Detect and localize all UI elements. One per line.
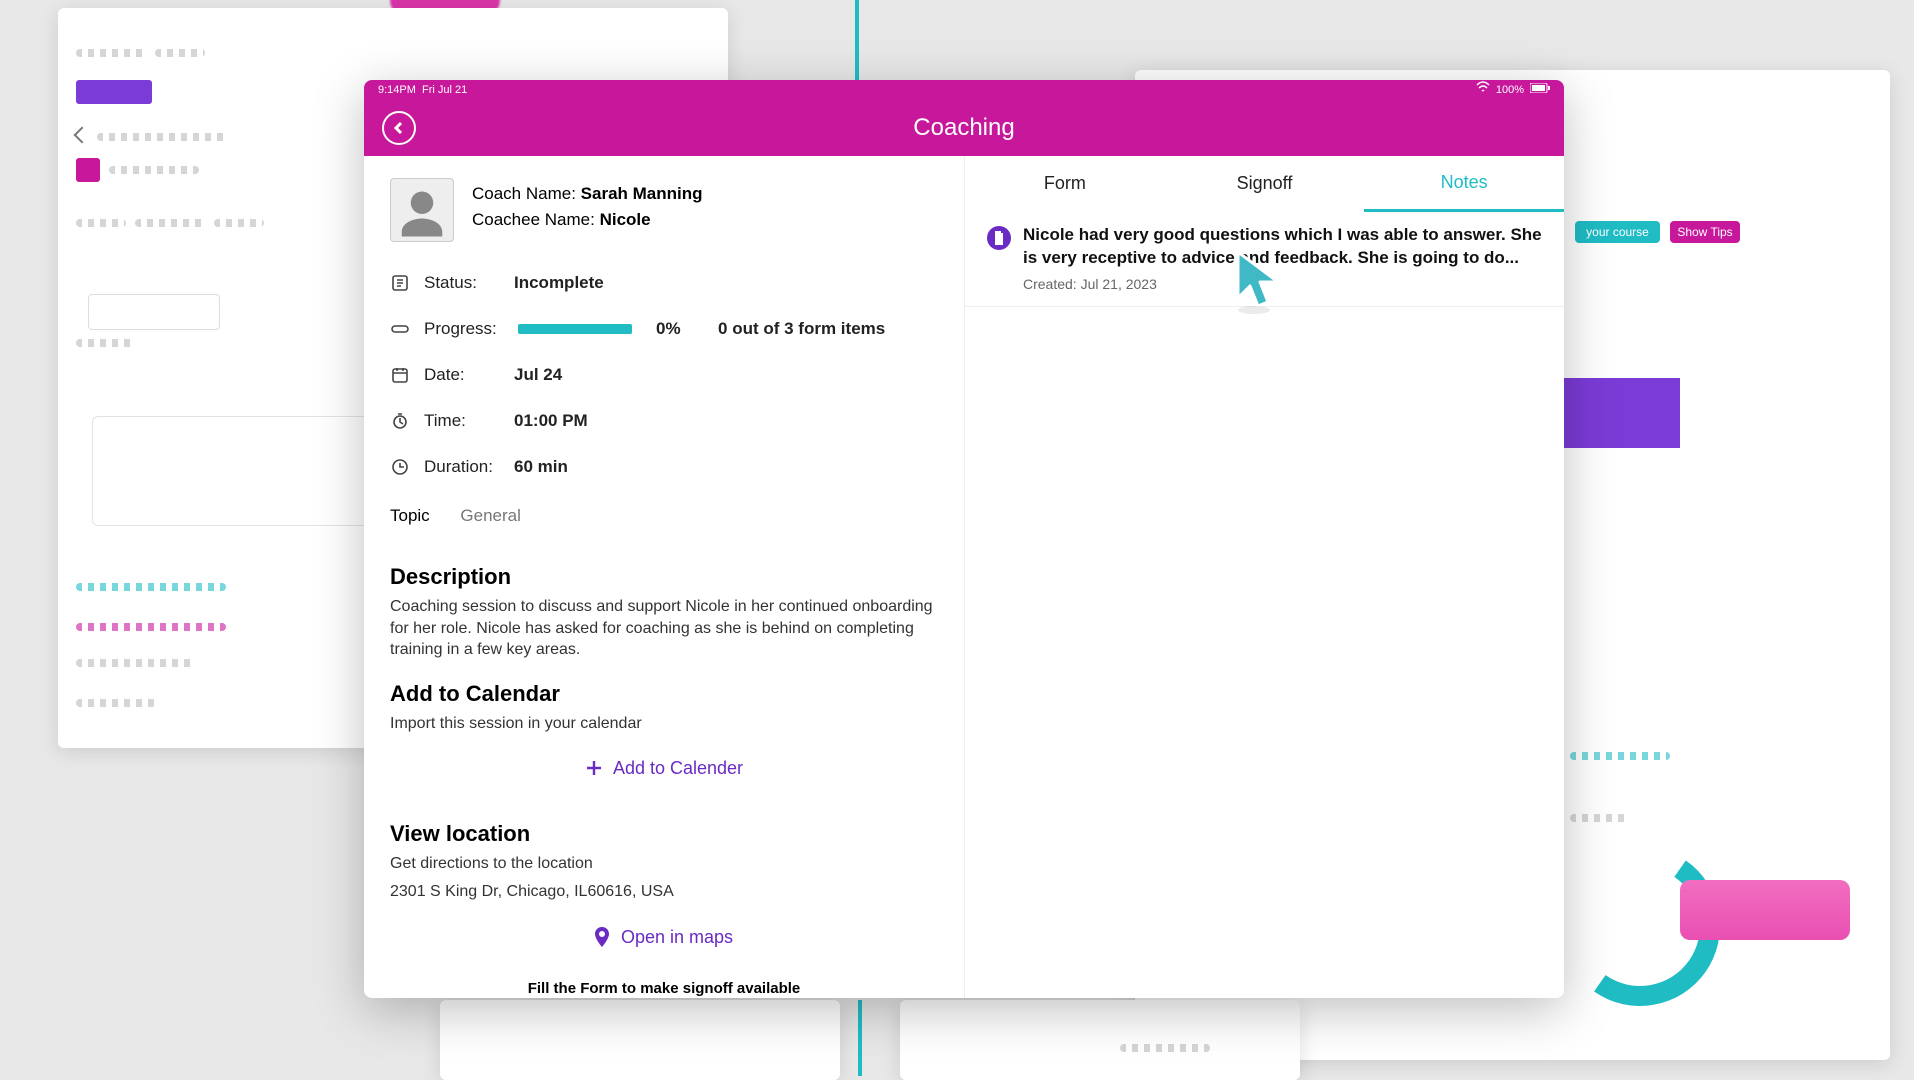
open-in-maps-link[interactable]: Open in maps <box>595 927 733 947</box>
tab-signoff[interactable]: Signoff <box>1165 156 1365 210</box>
status-icon <box>390 273 410 293</box>
topic-row: Topic General <box>390 506 938 526</box>
coachee-name-row: Coachee Name: Nicole <box>472 210 703 230</box>
time-label: Time: <box>424 411 500 431</box>
back-button[interactable] <box>382 111 416 145</box>
duration-label: Duration: <box>424 457 500 477</box>
wifi-icon <box>1476 80 1490 100</box>
duration-value: 60 min <box>514 457 568 477</box>
note-item[interactable]: Nicole had very good questions which I w… <box>965 210 1564 307</box>
progress-text: 0 out of 3 form items <box>718 319 885 339</box>
bg-divider <box>858 1000 862 1076</box>
duration-row: Duration: 60 min <box>390 457 938 477</box>
coachee-name-value: Nicole <box>600 210 651 229</box>
bg-bottom-card <box>900 1000 1300 1080</box>
avatar <box>390 178 454 242</box>
note-icon <box>987 226 1011 250</box>
status-value: Incomplete <box>514 273 604 293</box>
bg-pill-course: your course <box>1575 221 1660 243</box>
status-bar: 9:14PM Fri Jul 21 100% <box>364 80 1564 100</box>
note-text: Nicole had very good questions which I w… <box>1023 224 1542 270</box>
note-created: Created: Jul 21, 2023 <box>1023 276 1542 292</box>
status-label: Status: <box>424 273 500 293</box>
battery-icon <box>1530 80 1550 100</box>
date-row: Date: Jul 24 <box>390 365 938 385</box>
header-title: Coaching <box>364 100 1564 156</box>
status-date: Fri Jul 21 <box>422 84 467 96</box>
tab-notes[interactable]: Notes <box>1364 155 1564 212</box>
session-details-pane: Coach Name: Sarah Manning Coachee Name: … <box>364 156 964 998</box>
coaching-window: 9:14PM Fri Jul 21 100% Coaching <box>364 80 1564 998</box>
bg-purple-bar <box>1560 378 1680 448</box>
progress-row: Progress: 0% 0 out of 3 form items <box>390 319 938 339</box>
progress-label: Progress: <box>424 319 500 339</box>
progress-pct: 0% <box>656 319 681 339</box>
bg-squiggle <box>1570 814 1630 822</box>
time-row: Time: 01:00 PM <box>390 411 938 431</box>
status-time: 9:14PM <box>378 84 416 96</box>
map-pin-icon <box>595 927 609 952</box>
location-sub: Get directions to the location <box>390 853 938 875</box>
date-value: Jul 24 <box>514 365 562 385</box>
duration-icon <box>390 457 410 477</box>
notes-pane: Form Signoff Notes Nicole had very good … <box>964 156 1564 998</box>
signoff-hint: Fill the Form to make signoff available <box>390 980 938 997</box>
bg-squiggle <box>1570 752 1670 760</box>
progress-bar <box>518 324 632 334</box>
calendar-sub: Import this session in your calendar <box>390 713 938 735</box>
progress-icon <box>390 319 410 339</box>
add-to-calendar-label: Add to Calender <box>613 758 743 778</box>
bg-bottom-card <box>440 1000 840 1080</box>
time-value: 01:00 PM <box>514 411 588 431</box>
coachee-name-label: Coachee Name: <box>472 210 595 229</box>
header-bar: Coaching <box>364 100 1564 156</box>
coach-name-row: Coach Name: Sarah Manning <box>472 184 703 204</box>
topic-label: Topic <box>390 506 430 525</box>
location-address: 2301 S King Dr, Chicago, IL60616, USA <box>390 881 938 903</box>
bg-divider <box>855 0 859 80</box>
battery-pct: 100% <box>1496 80 1524 100</box>
topic-value: General <box>460 506 520 525</box>
open-in-maps-label: Open in maps <box>621 927 733 947</box>
coach-name-label: Coach Name: <box>472 184 576 203</box>
status-row: Status: Incomplete <box>390 273 938 293</box>
add-to-calendar-link[interactable]: Add to Calender <box>585 758 743 778</box>
bg-pill-tips: Show Tips <box>1670 221 1740 243</box>
calendar-heading: Add to Calendar <box>390 681 938 707</box>
calendar-icon <box>390 365 410 385</box>
bg-pink-button <box>1680 880 1850 940</box>
tabs: Form Signoff Notes <box>965 156 1564 210</box>
location-heading: View location <box>390 821 938 847</box>
date-label: Date: <box>424 365 500 385</box>
tab-form[interactable]: Form <box>965 156 1165 210</box>
stopwatch-icon <box>390 411 410 431</box>
description-body: Coaching session to discuss and support … <box>390 596 938 661</box>
description-heading: Description <box>390 564 938 590</box>
plus-icon <box>585 759 603 777</box>
coach-name-value: Sarah Manning <box>581 184 703 203</box>
